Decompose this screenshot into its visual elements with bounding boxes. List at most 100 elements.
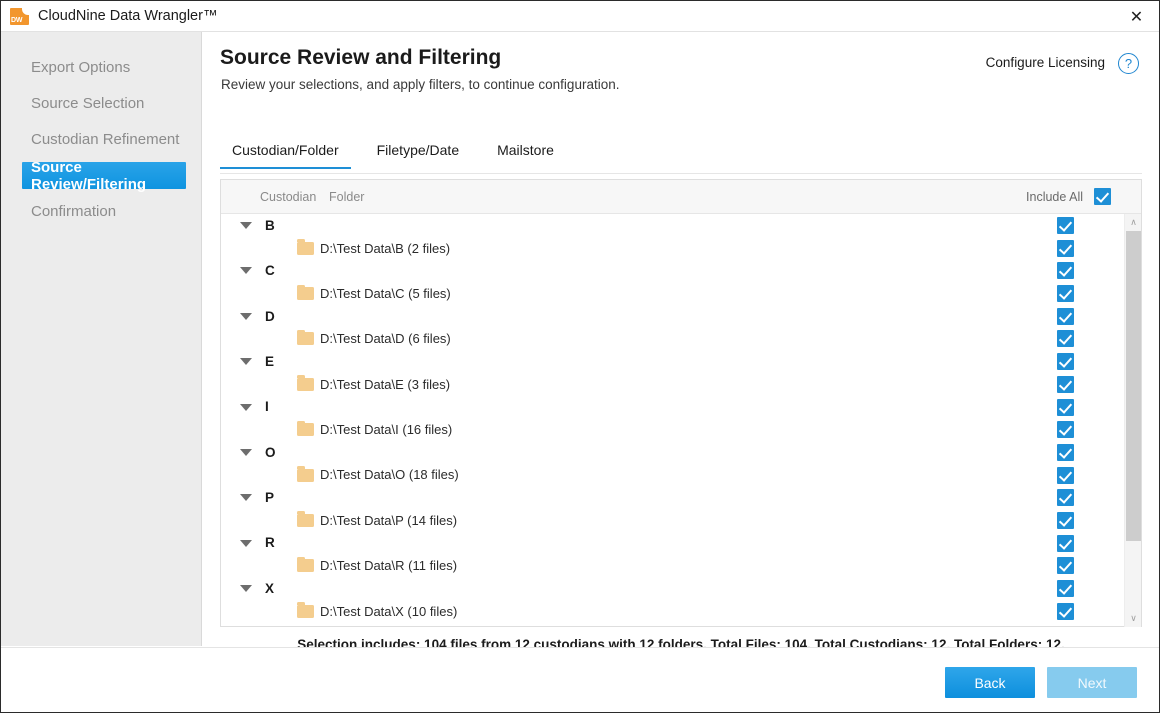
folder-icon (297, 511, 314, 527)
tab-mailstore[interactable]: Mailstore (485, 142, 566, 169)
scrollbar-thumb[interactable] (1126, 231, 1141, 541)
sidebar-item-source-selection[interactable]: Source Selection (22, 90, 186, 117)
folder-icon (297, 239, 314, 255)
row-include-checkbox[interactable] (1057, 353, 1074, 371)
row-include-checkbox[interactable] (1057, 511, 1074, 529)
filter-tabs: Custodian/Folder Filetype/Date Mailstore (220, 142, 1142, 174)
expander-caret-down-icon[interactable] (240, 222, 252, 229)
row-include-checkbox[interactable] (1057, 375, 1074, 393)
custodian-name: D (265, 308, 275, 324)
expander-caret-down-icon[interactable] (240, 494, 252, 502)
scroll-up-icon[interactable]: ∧ (1125, 214, 1141, 231)
expander-caret-down-icon[interactable] (240, 267, 252, 275)
folder-row[interactable]: D:\Test Data\R (11 files) (221, 554, 1112, 577)
custodian-folder-tree: Custodian Folder Include All B D:\Test Da… (220, 179, 1142, 627)
page-title: Source Review and Filtering (220, 46, 502, 69)
expander-caret-down-icon[interactable] (240, 448, 252, 456)
sidebar-item-custodian-refinement[interactable]: Custodian Refinement (22, 126, 186, 153)
application-window: DW CloudNine Data Wrangler™ ✕ Export Opt… (0, 0, 1160, 713)
folder-icon (297, 420, 314, 437)
folder-row[interactable]: D:\Test Data\B (2 files) (221, 237, 1112, 260)
tree-header-row: Custodian Folder Include All (221, 180, 1141, 214)
close-icon[interactable]: ✕ (1114, 1, 1159, 31)
folder-icon (297, 284, 314, 301)
custodian-name: I (265, 399, 269, 415)
custodian-row[interactable]: C (221, 259, 1112, 282)
help-icon[interactable]: ? (1118, 53, 1139, 74)
row-include-checkbox[interactable] (1057, 285, 1074, 303)
row-include-checkbox[interactable] (1057, 443, 1074, 461)
custodian-row[interactable]: X (221, 577, 1112, 600)
include-all-label: Include All (1026, 190, 1083, 204)
folder-icon (297, 556, 314, 573)
custodian-row[interactable]: R (221, 532, 1112, 555)
folder-row[interactable]: D:\Test Data\C (5 files) (221, 282, 1112, 305)
folder-row[interactable]: D:\Test Data\E (3 files) (221, 373, 1112, 396)
sidebar-item-export-options[interactable]: Export Options (22, 54, 186, 81)
expander-caret-down-icon[interactable] (240, 539, 252, 547)
configure-licensing-link[interactable]: Configure Licensing (986, 55, 1105, 70)
custodian-row[interactable]: E (221, 350, 1112, 373)
custodian-row[interactable]: B (221, 214, 1112, 237)
row-include-checkbox[interactable] (1057, 217, 1074, 234)
app-logo-text: DW (11, 16, 23, 24)
custodian-row[interactable]: D (221, 305, 1112, 328)
folder-path-label: D:\Test Data\I (16 files) (320, 422, 453, 438)
folder-path-label: D:\Test Data\E (3 files) (320, 376, 451, 392)
custodian-name: E (265, 353, 275, 369)
row-include-checkbox[interactable] (1057, 466, 1074, 484)
custodian-name: B (265, 217, 275, 233)
folder-path-label: D:\Test Data\O (18 files) (320, 467, 459, 483)
title-bar: DW CloudNine Data Wrangler™ ✕ (1, 1, 1159, 32)
folder-icon (297, 329, 314, 346)
folder-path-label: D:\Test Data\C (5 files) (320, 285, 451, 301)
folder-row[interactable]: D:\Test Data\X (10 files) (221, 600, 1112, 623)
folder-path-label: D:\Test Data\D (6 files) (320, 331, 451, 347)
row-include-checkbox[interactable] (1057, 421, 1074, 439)
tab-filetype-date[interactable]: Filetype/Date (365, 142, 471, 169)
folder-row[interactable]: D:\Test Data\I (16 files) (221, 418, 1112, 441)
folder-row[interactable]: D:\Test Data\O (18 files) (221, 464, 1112, 487)
expander-caret-down-icon[interactable] (240, 312, 252, 320)
row-include-checkbox[interactable] (1057, 330, 1074, 348)
folder-path-label: D:\Test Data\P (14 files) (320, 512, 458, 528)
folder-path-label: D:\Test Data\X (10 files) (320, 603, 458, 619)
page-subtitle: Review your selections, and apply filter… (221, 77, 620, 92)
custodian-name: P (265, 490, 275, 506)
row-include-checkbox[interactable] (1057, 398, 1074, 416)
folder-row[interactable]: D:\Test Data\D (6 files) (221, 327, 1112, 350)
row-include-checkbox[interactable] (1057, 262, 1074, 280)
folder-row[interactable]: D:\Test Data\P (14 files) (221, 509, 1112, 532)
window-title: CloudNine Data Wrangler™ (38, 8, 218, 24)
wizard-steps-sidebar: Export Options Source Selection Custodia… (1, 32, 202, 646)
custodian-name: C (265, 263, 275, 279)
folder-icon (297, 375, 314, 391)
row-include-checkbox[interactable] (1057, 557, 1074, 575)
folder-path-label: D:\Test Data\R (11 files) (320, 558, 458, 574)
custodian-row[interactable]: I (221, 396, 1112, 419)
main-content: Source Review and Filtering Review your … (203, 32, 1159, 652)
tree-body: B D:\Test Data\B (2 files) C D:\Test Data\C… (221, 214, 1141, 627)
custodian-row[interactable]: P (221, 486, 1112, 509)
row-include-checkbox[interactable] (1057, 489, 1074, 507)
row-include-checkbox[interactable] (1057, 307, 1074, 325)
custodian-row[interactable]: O (221, 441, 1112, 464)
back-button[interactable]: Back (945, 667, 1035, 698)
scroll-down-icon[interactable]: ∨ (1125, 610, 1141, 627)
wizard-footer: Back Next (1, 647, 1159, 712)
sidebar-item-confirmation[interactable]: Confirmation (22, 198, 186, 225)
expander-caret-down-icon[interactable] (240, 403, 252, 411)
row-include-checkbox[interactable] (1057, 239, 1074, 257)
include-all-checkbox[interactable] (1094, 188, 1111, 205)
app-logo-icon: DW (10, 7, 29, 26)
row-include-checkbox[interactable] (1057, 580, 1074, 597)
sidebar-item-source-review-filtering[interactable]: Source Review/Filtering (22, 159, 186, 193)
tree-scrollbar[interactable]: ∧ ∨ (1124, 214, 1141, 627)
row-include-checkbox[interactable] (1057, 602, 1074, 620)
expander-caret-down-icon[interactable] (240, 585, 252, 592)
next-button[interactable]: Next (1047, 667, 1137, 698)
custodian-name: X (265, 580, 275, 596)
expander-caret-down-icon[interactable] (240, 358, 252, 366)
tab-custodian-folder[interactable]: Custodian/Folder (220, 142, 351, 169)
row-include-checkbox[interactable] (1057, 534, 1074, 552)
